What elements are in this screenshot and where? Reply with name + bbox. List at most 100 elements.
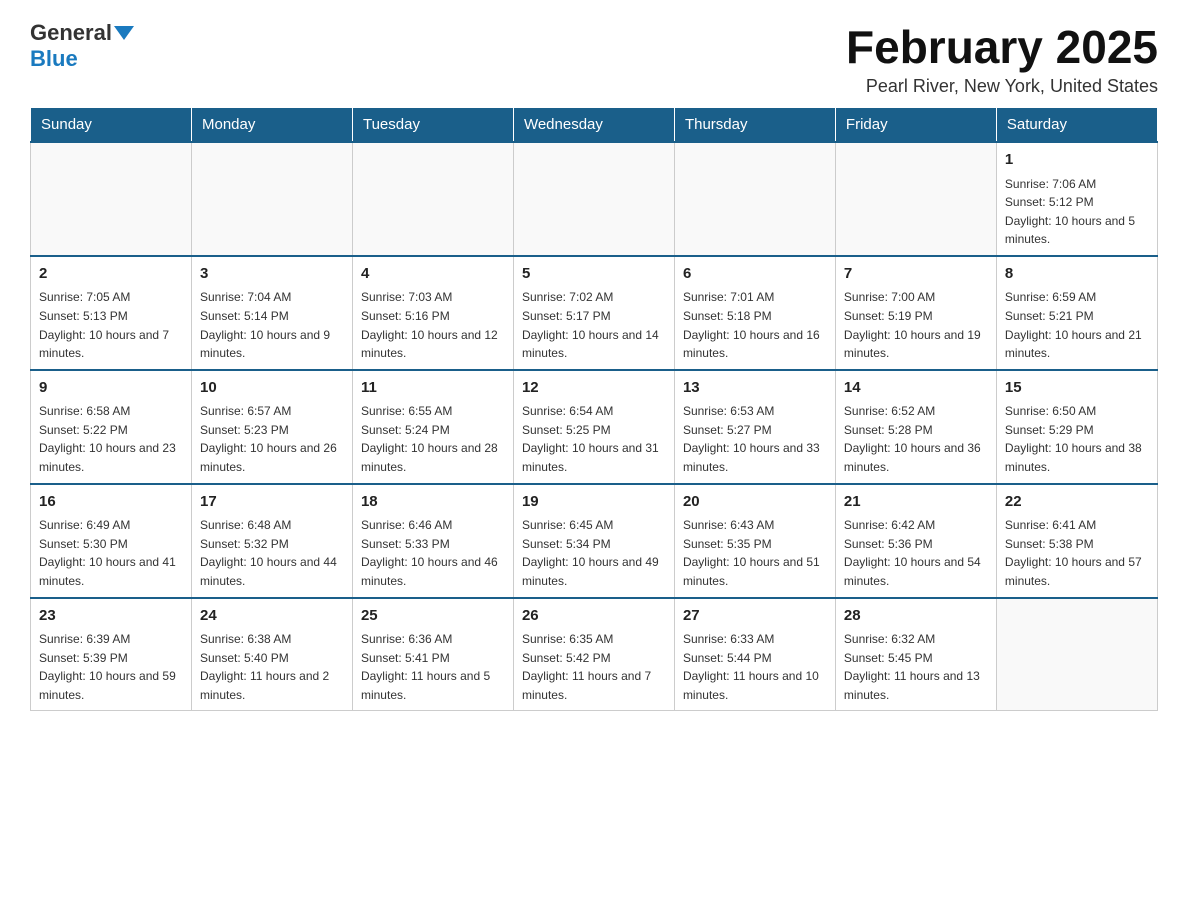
day-number: 10 bbox=[200, 377, 344, 400]
calendar-header-wednesday: Wednesday bbox=[513, 108, 674, 143]
calendar-week-3: 9Sunrise: 6:58 AM Sunset: 5:22 PM Daylig… bbox=[31, 370, 1158, 484]
day-number: 13 bbox=[683, 377, 827, 400]
day-info: Sunrise: 7:04 AM Sunset: 5:14 PM Dayligh… bbox=[200, 288, 344, 362]
calendar-cell: 19Sunrise: 6:45 AM Sunset: 5:34 PM Dayli… bbox=[513, 484, 674, 598]
day-number: 1 bbox=[1005, 149, 1149, 172]
day-number: 25 bbox=[361, 605, 505, 628]
day-info: Sunrise: 6:35 AM Sunset: 5:42 PM Dayligh… bbox=[522, 630, 666, 704]
calendar-cell: 11Sunrise: 6:55 AM Sunset: 5:24 PM Dayli… bbox=[352, 370, 513, 484]
day-info: Sunrise: 6:39 AM Sunset: 5:39 PM Dayligh… bbox=[39, 630, 183, 704]
calendar-cell: 1 Sunrise: 7:06 AM Sunset: 5:12 PM Daylig… bbox=[996, 142, 1157, 256]
day-number: 3 bbox=[200, 263, 344, 286]
day-number: 16 bbox=[39, 491, 183, 514]
day-number: 6 bbox=[683, 263, 827, 286]
day-info: Sunrise: 7:02 AM Sunset: 5:17 PM Dayligh… bbox=[522, 288, 666, 362]
calendar-header-sunday: Sunday bbox=[31, 108, 192, 143]
calendar-cell: 24Sunrise: 6:38 AM Sunset: 5:40 PM Dayli… bbox=[191, 598, 352, 711]
day-info: Sunrise: 6:50 AM Sunset: 5:29 PM Dayligh… bbox=[1005, 402, 1149, 476]
calendar-cell: 9Sunrise: 6:58 AM Sunset: 5:22 PM Daylig… bbox=[31, 370, 192, 484]
calendar-cell: 14Sunrise: 6:52 AM Sunset: 5:28 PM Dayli… bbox=[835, 370, 996, 484]
month-title: February 2025 bbox=[846, 20, 1158, 74]
day-info: Sunrise: 6:53 AM Sunset: 5:27 PM Dayligh… bbox=[683, 402, 827, 476]
calendar-cell: 5Sunrise: 7:02 AM Sunset: 5:17 PM Daylig… bbox=[513, 256, 674, 370]
logo: General Blue bbox=[30, 20, 136, 72]
day-info: Sunrise: 6:57 AM Sunset: 5:23 PM Dayligh… bbox=[200, 402, 344, 476]
calendar-cell: 16Sunrise: 6:49 AM Sunset: 5:30 PM Dayli… bbox=[31, 484, 192, 598]
day-number: 24 bbox=[200, 605, 344, 628]
day-info: Sunrise: 7:05 AM Sunset: 5:13 PM Dayligh… bbox=[39, 288, 183, 362]
day-number: 20 bbox=[683, 491, 827, 514]
logo-general-text: General bbox=[30, 20, 112, 46]
calendar-cell: 25Sunrise: 6:36 AM Sunset: 5:41 PM Dayli… bbox=[352, 598, 513, 711]
day-info: Sunrise: 6:49 AM Sunset: 5:30 PM Dayligh… bbox=[39, 516, 183, 590]
day-number: 28 bbox=[844, 605, 988, 628]
day-number: 26 bbox=[522, 605, 666, 628]
page-header: General Blue February 2025 Pearl River, … bbox=[30, 20, 1158, 97]
calendar-cell: 4Sunrise: 7:03 AM Sunset: 5:16 PM Daylig… bbox=[352, 256, 513, 370]
calendar-cell: 3Sunrise: 7:04 AM Sunset: 5:14 PM Daylig… bbox=[191, 256, 352, 370]
calendar-cell: 8Sunrise: 6:59 AM Sunset: 5:21 PM Daylig… bbox=[996, 256, 1157, 370]
calendar-cell bbox=[352, 142, 513, 256]
day-info: Sunrise: 6:42 AM Sunset: 5:36 PM Dayligh… bbox=[844, 516, 988, 590]
day-info: Sunrise: 7:06 AM Sunset: 5:12 PM Dayligh… bbox=[1005, 175, 1149, 249]
day-info: Sunrise: 6:54 AM Sunset: 5:25 PM Dayligh… bbox=[522, 402, 666, 476]
calendar-cell bbox=[996, 598, 1157, 711]
calendar-cell bbox=[191, 142, 352, 256]
day-info: Sunrise: 6:36 AM Sunset: 5:41 PM Dayligh… bbox=[361, 630, 505, 704]
calendar-week-1: 1 Sunrise: 7:06 AM Sunset: 5:12 PM Daylig… bbox=[31, 142, 1158, 256]
title-block: February 2025 Pearl River, New York, Uni… bbox=[846, 20, 1158, 97]
calendar-header-saturday: Saturday bbox=[996, 108, 1157, 143]
day-info: Sunrise: 6:48 AM Sunset: 5:32 PM Dayligh… bbox=[200, 516, 344, 590]
day-info: Sunrise: 6:33 AM Sunset: 5:44 PM Dayligh… bbox=[683, 630, 827, 704]
calendar-cell: 6Sunrise: 7:01 AM Sunset: 5:18 PM Daylig… bbox=[674, 256, 835, 370]
day-number: 9 bbox=[39, 377, 183, 400]
calendar-week-2: 2Sunrise: 7:05 AM Sunset: 5:13 PM Daylig… bbox=[31, 256, 1158, 370]
day-info: Sunrise: 6:43 AM Sunset: 5:35 PM Dayligh… bbox=[683, 516, 827, 590]
day-number: 27 bbox=[683, 605, 827, 628]
day-number: 5 bbox=[522, 263, 666, 286]
location-subtitle: Pearl River, New York, United States bbox=[846, 76, 1158, 97]
day-number: 15 bbox=[1005, 377, 1149, 400]
calendar-cell bbox=[31, 142, 192, 256]
day-info: Sunrise: 6:52 AM Sunset: 5:28 PM Dayligh… bbox=[844, 402, 988, 476]
logo-blue-text: Blue bbox=[30, 46, 78, 72]
day-number: 8 bbox=[1005, 263, 1149, 286]
day-number: 11 bbox=[361, 377, 505, 400]
calendar-header-thursday: Thursday bbox=[674, 108, 835, 143]
day-number: 22 bbox=[1005, 491, 1149, 514]
logo-arrow-icon bbox=[114, 26, 134, 40]
day-info: Sunrise: 7:00 AM Sunset: 5:19 PM Dayligh… bbox=[844, 288, 988, 362]
day-info: Sunrise: 7:03 AM Sunset: 5:16 PM Dayligh… bbox=[361, 288, 505, 362]
calendar-table: SundayMondayTuesdayWednesdayThursdayFrid… bbox=[30, 107, 1158, 711]
calendar-cell: 27Sunrise: 6:33 AM Sunset: 5:44 PM Dayli… bbox=[674, 598, 835, 711]
day-info: Sunrise: 6:46 AM Sunset: 5:33 PM Dayligh… bbox=[361, 516, 505, 590]
calendar-header-tuesday: Tuesday bbox=[352, 108, 513, 143]
calendar-cell bbox=[513, 142, 674, 256]
calendar-cell bbox=[674, 142, 835, 256]
day-info: Sunrise: 6:41 AM Sunset: 5:38 PM Dayligh… bbox=[1005, 516, 1149, 590]
day-info: Sunrise: 6:32 AM Sunset: 5:45 PM Dayligh… bbox=[844, 630, 988, 704]
day-number: 14 bbox=[844, 377, 988, 400]
calendar-cell: 20Sunrise: 6:43 AM Sunset: 5:35 PM Dayli… bbox=[674, 484, 835, 598]
calendar-week-5: 23Sunrise: 6:39 AM Sunset: 5:39 PM Dayli… bbox=[31, 598, 1158, 711]
calendar-cell: 10Sunrise: 6:57 AM Sunset: 5:23 PM Dayli… bbox=[191, 370, 352, 484]
day-number: 7 bbox=[844, 263, 988, 286]
calendar-cell: 13Sunrise: 6:53 AM Sunset: 5:27 PM Dayli… bbox=[674, 370, 835, 484]
calendar-header-friday: Friday bbox=[835, 108, 996, 143]
calendar-cell: 21Sunrise: 6:42 AM Sunset: 5:36 PM Dayli… bbox=[835, 484, 996, 598]
calendar-cell: 15Sunrise: 6:50 AM Sunset: 5:29 PM Dayli… bbox=[996, 370, 1157, 484]
calendar-cell: 17Sunrise: 6:48 AM Sunset: 5:32 PM Dayli… bbox=[191, 484, 352, 598]
day-info: Sunrise: 6:59 AM Sunset: 5:21 PM Dayligh… bbox=[1005, 288, 1149, 362]
calendar-cell: 7Sunrise: 7:00 AM Sunset: 5:19 PM Daylig… bbox=[835, 256, 996, 370]
day-info: Sunrise: 6:45 AM Sunset: 5:34 PM Dayligh… bbox=[522, 516, 666, 590]
day-number: 17 bbox=[200, 491, 344, 514]
calendar-cell: 23Sunrise: 6:39 AM Sunset: 5:39 PM Dayli… bbox=[31, 598, 192, 711]
calendar-cell: 2Sunrise: 7:05 AM Sunset: 5:13 PM Daylig… bbox=[31, 256, 192, 370]
calendar-header-row: SundayMondayTuesdayWednesdayThursdayFrid… bbox=[31, 108, 1158, 143]
calendar-cell: 28Sunrise: 6:32 AM Sunset: 5:45 PM Dayli… bbox=[835, 598, 996, 711]
calendar-header-monday: Monday bbox=[191, 108, 352, 143]
calendar-cell bbox=[835, 142, 996, 256]
day-number: 12 bbox=[522, 377, 666, 400]
day-info: Sunrise: 6:38 AM Sunset: 5:40 PM Dayligh… bbox=[200, 630, 344, 704]
day-number: 21 bbox=[844, 491, 988, 514]
